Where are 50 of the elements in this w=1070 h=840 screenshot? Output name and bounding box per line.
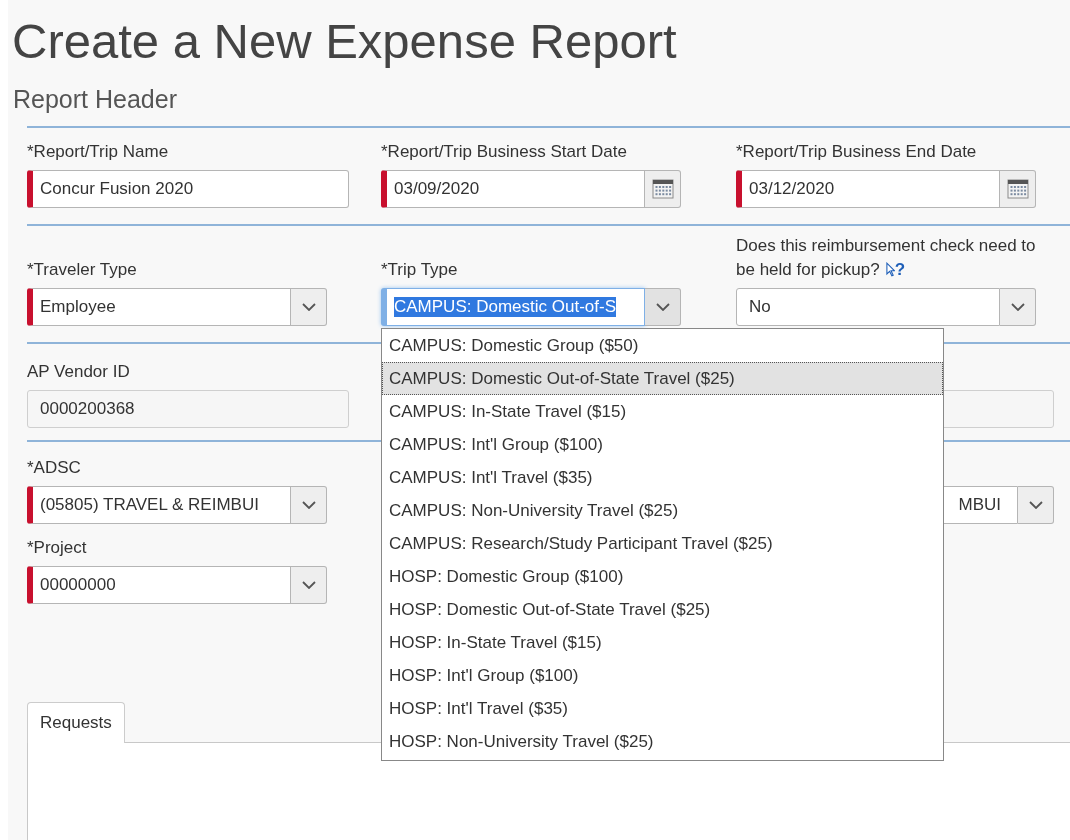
date-field[interactable]: 03/12/2020 (736, 170, 1000, 208)
dropdown-field[interactable]: No (736, 288, 1000, 326)
dropdown-button[interactable] (291, 486, 327, 524)
input-field[interactable]: Concur Fusion 2020 (27, 170, 349, 208)
dropdown-field[interactable]: Employee (27, 288, 291, 326)
calendar-button[interactable] (1000, 170, 1036, 208)
dropdown-option[interactable]: HOSP: In-State Travel ($15) (382, 626, 943, 659)
field-label: *Project (27, 537, 87, 559)
dropdown-button[interactable] (1000, 288, 1036, 326)
dropdown-button[interactable] (645, 288, 681, 326)
calendar-icon (1006, 179, 1029, 199)
dropdown-option[interactable]: HOSP: Int'l Group ($100) (382, 659, 943, 692)
dropdown-button[interactable] (291, 566, 327, 604)
section-heading: Report Header (12, 84, 178, 114)
dropdown-option[interactable]: HOSP: Int'l Travel ($35) (382, 692, 943, 725)
field-label: *ADSC (27, 457, 81, 479)
dropdown-field[interactable]: CAMPUS: Domestic Out-of-S (381, 288, 645, 326)
chevron-down-icon (301, 501, 316, 509)
chevron-down-icon (301, 303, 316, 311)
dropdown-option[interactable]: HOSP: Domestic Group ($100) (382, 560, 943, 593)
calendar-button[interactable] (645, 170, 681, 208)
field-label: *Report/Trip Business Start Date (381, 141, 627, 163)
dropdown-option[interactable]: CAMPUS: Int'l Group ($100) (382, 428, 943, 461)
chevron-down-icon (655, 303, 670, 311)
field-label: *Trip Type (381, 259, 458, 281)
field-label: *Report/Trip Business End Date (736, 141, 977, 163)
dropdown-option[interactable]: CAMPUS: Domestic Out-of-State Travel ($25) (382, 362, 943, 395)
field-label: AP Vendor ID (27, 361, 130, 383)
dropdown-option[interactable]: CAMPUS: Int'l Travel ($35) (382, 461, 943, 494)
dropdown-field[interactable]: 00000000 (27, 566, 291, 604)
field-label: Does this reimbursement check need to be held for pickup? ? (736, 235, 1037, 281)
dropdown-option[interactable]: HOSP: Non-University Travel ($25) (382, 725, 943, 758)
dropdown-button[interactable] (1018, 486, 1054, 524)
tab[interactable]: Requests (27, 702, 125, 743)
chevron-down-icon (1010, 303, 1025, 311)
field-label: *Report/Trip Name (27, 141, 169, 163)
page-title: Create a New Expense Report (11, 13, 678, 70)
calendar-icon (651, 179, 674, 199)
dropdown-button[interactable] (291, 288, 327, 326)
dropdown-option[interactable]: CAMPUS: Non-University Travel ($25) (382, 494, 943, 527)
dropdown-option[interactable]: CAMPUS: Domestic Group ($50) (382, 329, 943, 362)
chevron-down-icon (301, 581, 316, 589)
date-field[interactable]: 03/09/2020 (381, 170, 645, 208)
dropdown-option[interactable]: HOSP: Domestic Out-of-State Travel ($25) (382, 593, 943, 626)
dropdown-option[interactable]: CAMPUS: In-State Travel ($15) (382, 395, 943, 428)
dropdown-field[interactable]: (05805) TRAVEL & REIMBUI (27, 486, 291, 524)
field-label: *Traveler Type (27, 259, 137, 281)
help-link[interactable]: ? (885, 260, 906, 279)
chevron-down-icon (1028, 501, 1043, 509)
dropdown-option[interactable]: CAMPUS: Research/Study Participant Travel ($25) (382, 527, 943, 560)
